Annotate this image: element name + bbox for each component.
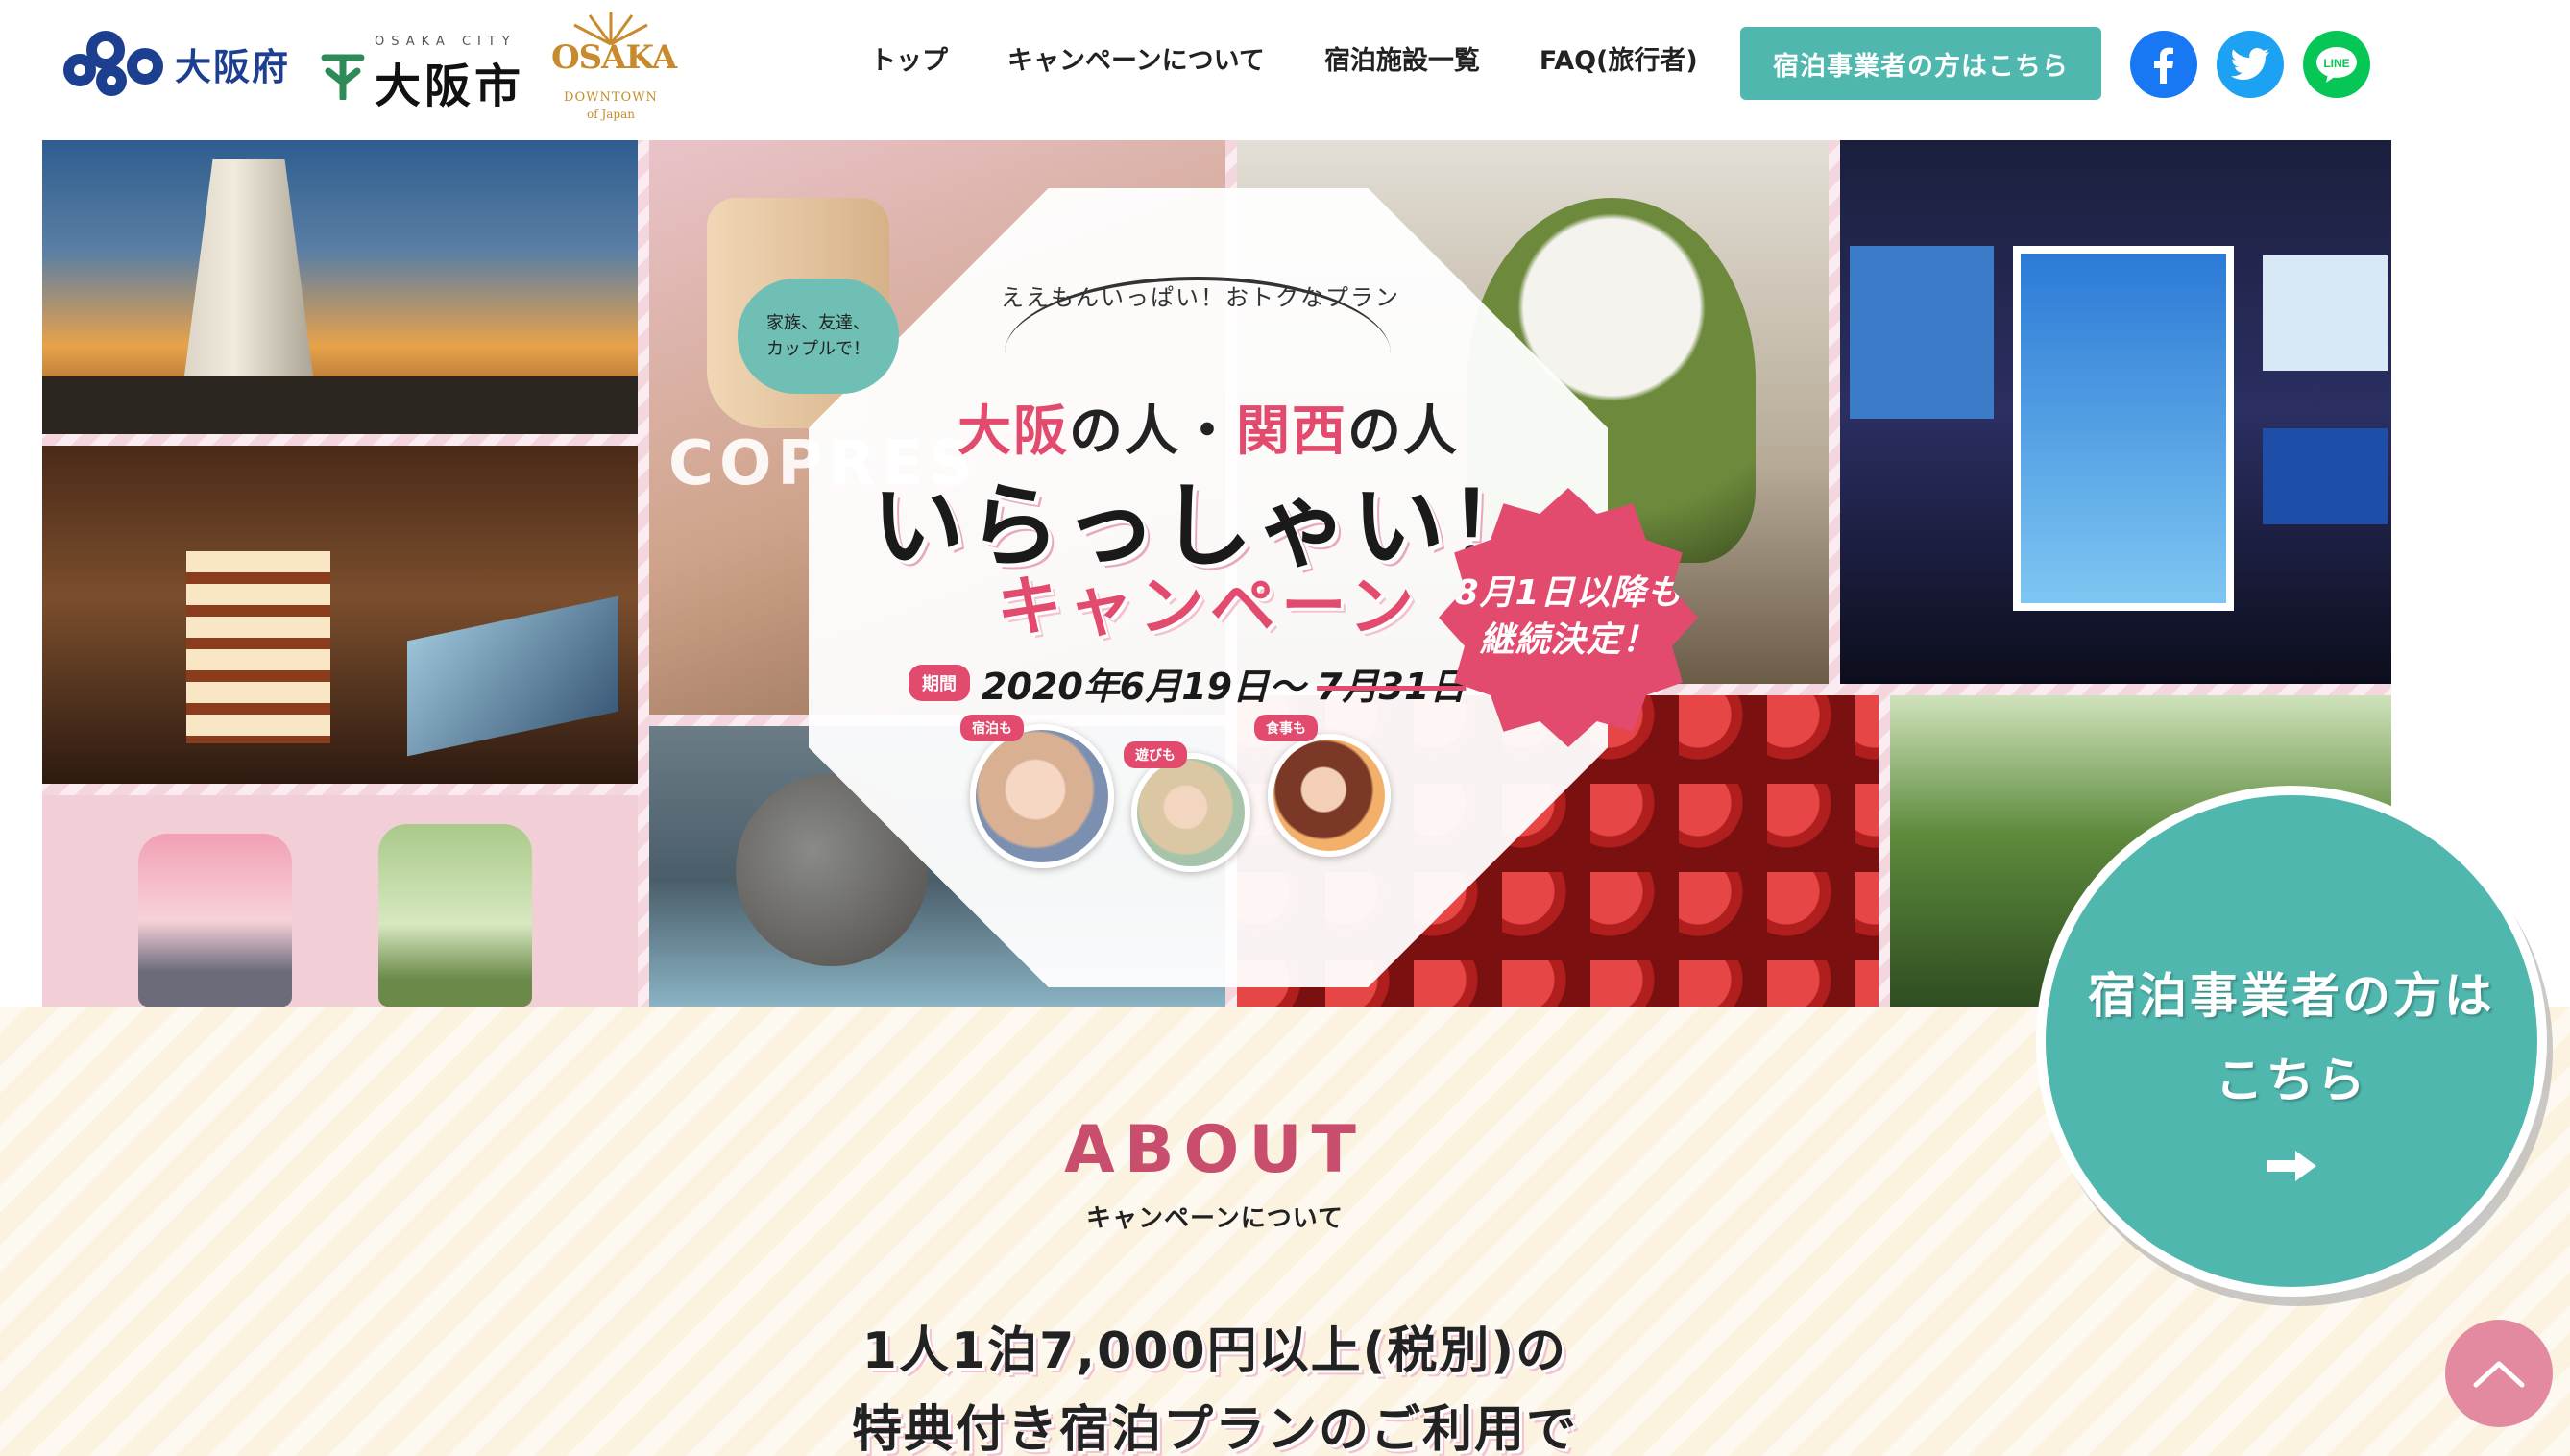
photo-circle-stay [970, 724, 1114, 868]
osaka-prefecture-mark-icon [63, 27, 163, 100]
photo-circle-play [1131, 753, 1250, 872]
city-sub-label: OSAKA CITY [375, 35, 517, 49]
twitter-icon [2231, 48, 2269, 80]
float-cta-line-2: こちら [2215, 1052, 2368, 1108]
float-cta-line-1: 宿泊事業者の方は [2088, 968, 2495, 1024]
about-subtitle: キャンペーンについて [1086, 1204, 1344, 1233]
campaign-tagline: ええもんいっぱい！おトクなプラン [1001, 284, 1400, 311]
downtown-sub: DOWNTOWN [564, 90, 658, 105]
about-text-line-1: 1人1泊7,000円以上(税別)の [861, 1323, 1568, 1380]
bubble-text: 家族、友達、カップルで！ [766, 313, 870, 359]
facebook-link[interactable] [2130, 31, 2197, 98]
period-tag: 期間 [909, 665, 970, 701]
nav-top[interactable]: トップ [870, 42, 948, 81]
twitter-link[interactable] [2217, 31, 2284, 98]
activity-circles: 宿泊も 遊びも 食事も [960, 715, 1412, 878]
floating-business-cta-button[interactable]: 宿泊事業者の方は こちら [2036, 786, 2547, 1297]
back-to-top-button[interactable] [2445, 1320, 2553, 1427]
period-end-struck: 7月31日 [1317, 665, 1467, 708]
badge-line-1: 8月1日以降も [1454, 573, 1683, 614]
circle-tag-play: 遊びも [1124, 741, 1187, 768]
line-link[interactable]: LINE [2303, 31, 2370, 98]
circle-tag-food: 食事も [1254, 715, 1318, 741]
about-text-line-2: 特典付き宿泊プランのご利用で [851, 1401, 1578, 1456]
photo-lighthouse-sunset [42, 140, 638, 434]
period-start: 2020年6月19日～ [982, 665, 1306, 708]
line-label: LINE [2323, 57, 2349, 70]
speech-bubble: 家族、友達、カップルで！ [738, 279, 899, 394]
nav-faq[interactable]: FAQ(旅行者) [1540, 42, 1698, 81]
main-nav: トップ キャンペーンについて 宿泊施設一覧 FAQ(旅行者) [870, 42, 1698, 81]
photo-theater-hall [42, 446, 638, 784]
osaka-city-mark-icon [321, 54, 365, 100]
facebook-icon [2154, 47, 2173, 84]
circle-tag-stay: 宿泊も [960, 715, 1024, 741]
downtown-title: OSAKA [551, 38, 677, 77]
chevron-up-icon [2473, 1361, 2525, 1388]
site-header: 大阪府 OSAKA CITY 大阪市 OSAKA DOWNTOWN of Jap… [0, 0, 2570, 140]
photo-circle-food [1268, 734, 1391, 857]
arrow-right-icon [2267, 1151, 2316, 1181]
photo-smoothies [42, 795, 638, 1007]
downtown-osaka-logo[interactable]: OSAKA DOWNTOWN of Japan [551, 8, 677, 127]
city-name: 大阪市 [375, 60, 525, 113]
prefecture-name: 大阪府 [175, 45, 291, 88]
photo-dotonbori-glico [1840, 140, 2391, 684]
nav-hotels[interactable]: 宿泊施設一覧 [1324, 42, 1480, 81]
nav-campaign[interactable]: キャンペーンについて [1007, 42, 1265, 81]
campaign-period: 期間 2020年6月19日～ 7月31日 [909, 659, 1467, 708]
business-cta-button[interactable]: 宿泊事業者の方はこちら [1740, 27, 2101, 100]
downtown-sub2: of Japan [586, 108, 635, 121]
osaka-prefecture-logo[interactable]: 大阪府 [63, 27, 290, 100]
line-icon: LINE [2316, 47, 2357, 83]
badge-line-2: 継続決定！ [1479, 620, 1658, 660]
